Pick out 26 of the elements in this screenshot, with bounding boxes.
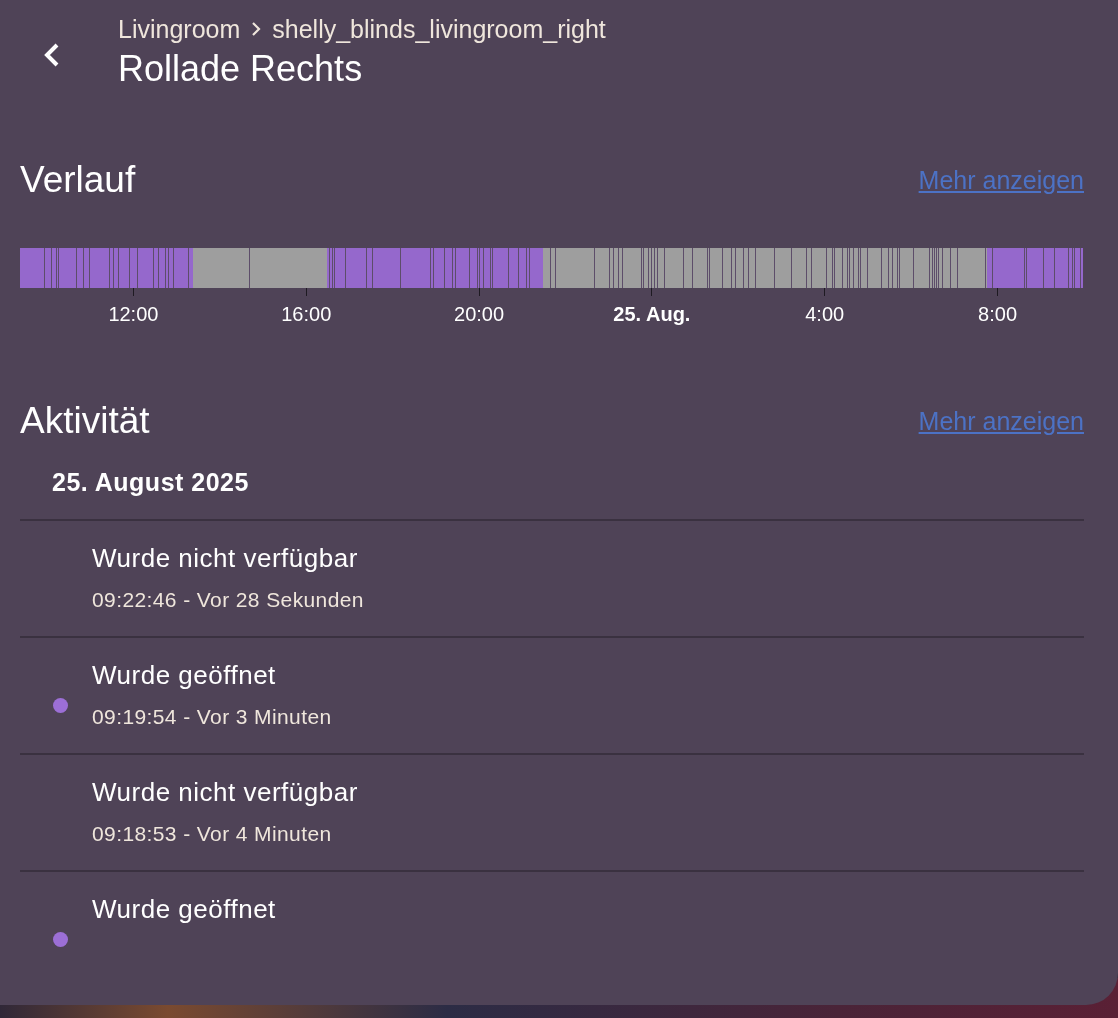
axis-label: 12:00 bbox=[108, 303, 159, 326]
tick-mark bbox=[478, 288, 480, 296]
axis-label: 8:00 bbox=[978, 303, 1017, 326]
axis-label: 4:00 bbox=[805, 303, 845, 326]
axis-label: 16:00 bbox=[281, 303, 332, 326]
section-title: Aktivität bbox=[20, 400, 150, 442]
axis-label: 20:00 bbox=[454, 303, 505, 326]
tick-mark bbox=[824, 288, 826, 296]
activity-message: Wurde geöffnet bbox=[92, 894, 276, 925]
tick-mark bbox=[305, 288, 307, 296]
chevron-right-icon bbox=[250, 21, 263, 37]
tick-mark bbox=[132, 288, 134, 296]
activity-message: Wurde nicht verfügbar bbox=[92, 777, 358, 808]
activity-time: 09:22:46 - Vor 28 Sekunden bbox=[92, 588, 364, 612]
activity-message: Wurde nicht verfügbar bbox=[92, 543, 359, 574]
breadcrumb-item[interactable]: Livingroom bbox=[118, 14, 241, 44]
tick-mark bbox=[997, 288, 999, 296]
activity-time: 09:18:53 - Vor 4 Minuten bbox=[92, 822, 333, 846]
breadcrumb-item[interactable]: shelly_blinds_livingroom_right bbox=[272, 14, 606, 44]
section-title: Verlauf bbox=[20, 159, 136, 201]
date-heading: 25. August 2025 bbox=[20, 446, 1084, 521]
activity-message: Wurde geöffnet bbox=[92, 660, 277, 691]
tick-mark bbox=[651, 288, 653, 296]
entity-title: Rollade Rechts bbox=[118, 47, 364, 90]
activity-time: 09:19:54 - Vor 3 Minuten bbox=[92, 705, 332, 729]
axis-label: 25. Aug. bbox=[613, 303, 691, 326]
